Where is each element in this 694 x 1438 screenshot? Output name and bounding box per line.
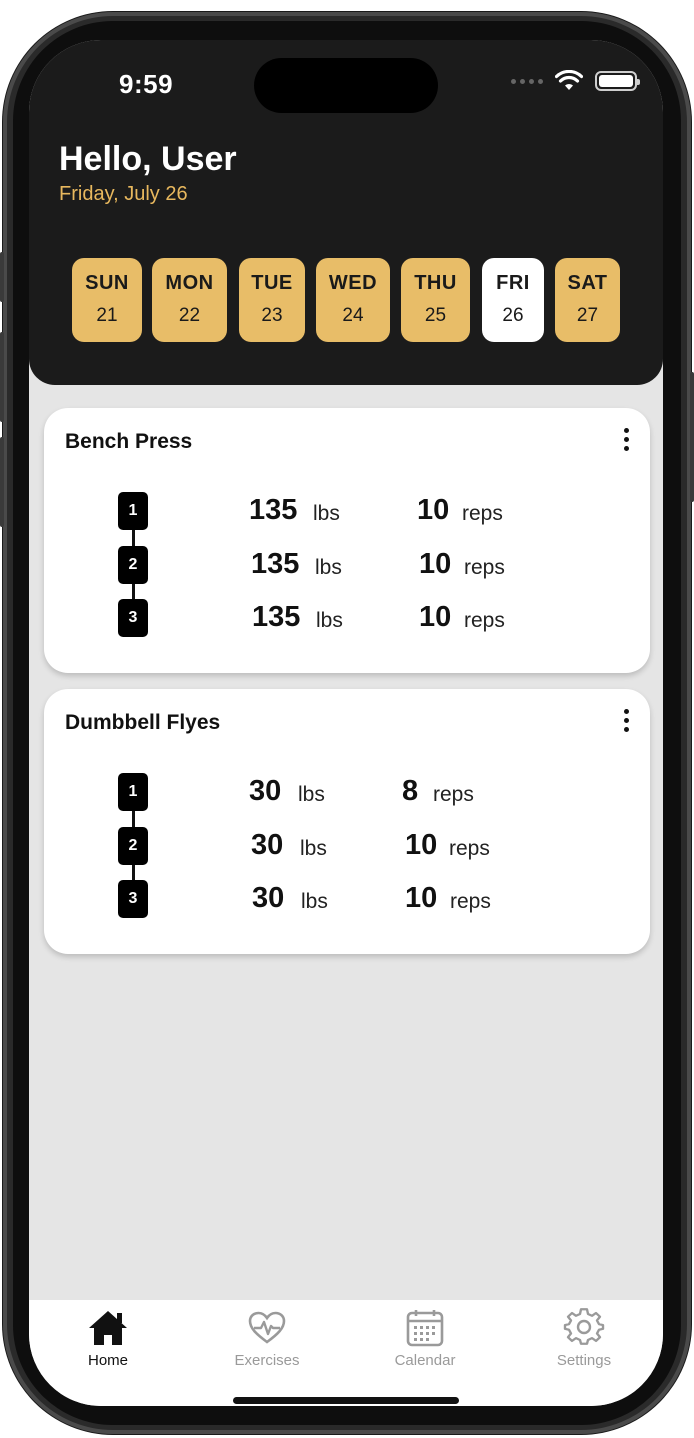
- reps-unit: reps: [433, 783, 474, 806]
- exercise-title: Bench Press: [65, 430, 193, 453]
- more-options-icon[interactable]: [620, 709, 632, 739]
- status-icons: [511, 70, 640, 92]
- weight-unit: lbs: [301, 890, 328, 913]
- current-date: Friday, July 26: [59, 183, 188, 205]
- set-weight: 135: [249, 494, 298, 526]
- day-thu[interactable]: THU 25: [401, 258, 470, 342]
- set-number-badge: 1: [118, 773, 148, 811]
- set-number-badge: 3: [118, 880, 148, 918]
- set-weight: 135: [252, 601, 301, 633]
- exercise-card-dumbbell-flyes[interactable]: Dumbbell Flyes 1 2 3 30 lbs 8 reps 30 lb…: [44, 689, 650, 954]
- set-reps: 10: [419, 601, 452, 633]
- set-reps: 10: [405, 882, 438, 914]
- set-reps: 8: [402, 775, 419, 807]
- tab-home[interactable]: Home: [48, 1308, 168, 1369]
- volume-down-button: [0, 437, 4, 527]
- reps-unit: reps: [464, 556, 505, 579]
- weight-unit: lbs: [300, 837, 327, 860]
- home-indicator[interactable]: [233, 1397, 459, 1404]
- app-screen: 9:59 Hello, User Friday, July 26 SUN 21 …: [29, 40, 663, 1406]
- more-options-icon[interactable]: [620, 428, 632, 458]
- set-number-badge: 1: [118, 492, 148, 530]
- day-fri[interactable]: FRI 26: [482, 258, 544, 342]
- exercise-title: Dumbbell Flyes: [65, 711, 221, 734]
- exercise-card-bench-press[interactable]: Bench Press 1 2 3 135 lbs 10 reps 135 lb…: [44, 408, 650, 673]
- set-number-badge: 2: [118, 546, 148, 584]
- day-sat[interactable]: SAT 27: [555, 258, 620, 342]
- set-weight: 135: [251, 548, 300, 580]
- tab-bar: Home Exercises Calendar Settings: [29, 1300, 663, 1406]
- signal-icon: [511, 78, 543, 84]
- tab-calendar[interactable]: Calendar: [365, 1308, 485, 1369]
- reps-unit: reps: [450, 890, 491, 913]
- weight-unit: lbs: [315, 556, 342, 579]
- calendar-icon: [406, 1310, 444, 1347]
- reps-unit: reps: [462, 502, 503, 525]
- weight-unit: lbs: [316, 609, 343, 632]
- mute-switch: [0, 252, 4, 302]
- set-reps: 10: [405, 829, 438, 861]
- status-time: 9:59: [119, 69, 174, 99]
- day-wed[interactable]: WED 24: [316, 258, 390, 342]
- reps-unit: reps: [449, 837, 490, 860]
- header: 9:59 Hello, User Friday, July 26 SUN 21 …: [29, 40, 663, 385]
- battery-icon: [595, 71, 640, 91]
- weight-unit: lbs: [313, 502, 340, 525]
- weight-unit: lbs: [298, 783, 325, 806]
- day-sun[interactable]: SUN 21: [72, 258, 142, 342]
- day-tue[interactable]: TUE 23: [239, 258, 305, 342]
- week-day-selector: SUN 21 MON 22 TUE 23 WED 24 THU 25 FRI 2…: [72, 258, 620, 342]
- set-weight: 30: [252, 882, 285, 914]
- day-mon[interactable]: MON 22: [152, 258, 227, 342]
- set-reps: 10: [419, 548, 452, 580]
- volume-up-button: [0, 332, 4, 422]
- set-number-badge: 2: [118, 827, 148, 865]
- set-weight: 30: [251, 829, 284, 861]
- reps-unit: reps: [464, 609, 505, 632]
- heart-pulse-icon: [248, 1311, 286, 1344]
- power-button: [690, 372, 694, 502]
- set-number-badge: 3: [118, 599, 148, 637]
- tab-exercises[interactable]: Exercises: [207, 1308, 327, 1369]
- home-icon: [89, 1311, 127, 1345]
- set-reps: 10: [417, 494, 450, 526]
- set-weight: 30: [249, 775, 282, 807]
- wifi-icon: [555, 70, 583, 90]
- tab-settings[interactable]: Settings: [524, 1308, 644, 1369]
- dynamic-island: [254, 58, 438, 113]
- greeting-title: Hello, User: [59, 140, 237, 178]
- gear-icon: [563, 1308, 605, 1345]
